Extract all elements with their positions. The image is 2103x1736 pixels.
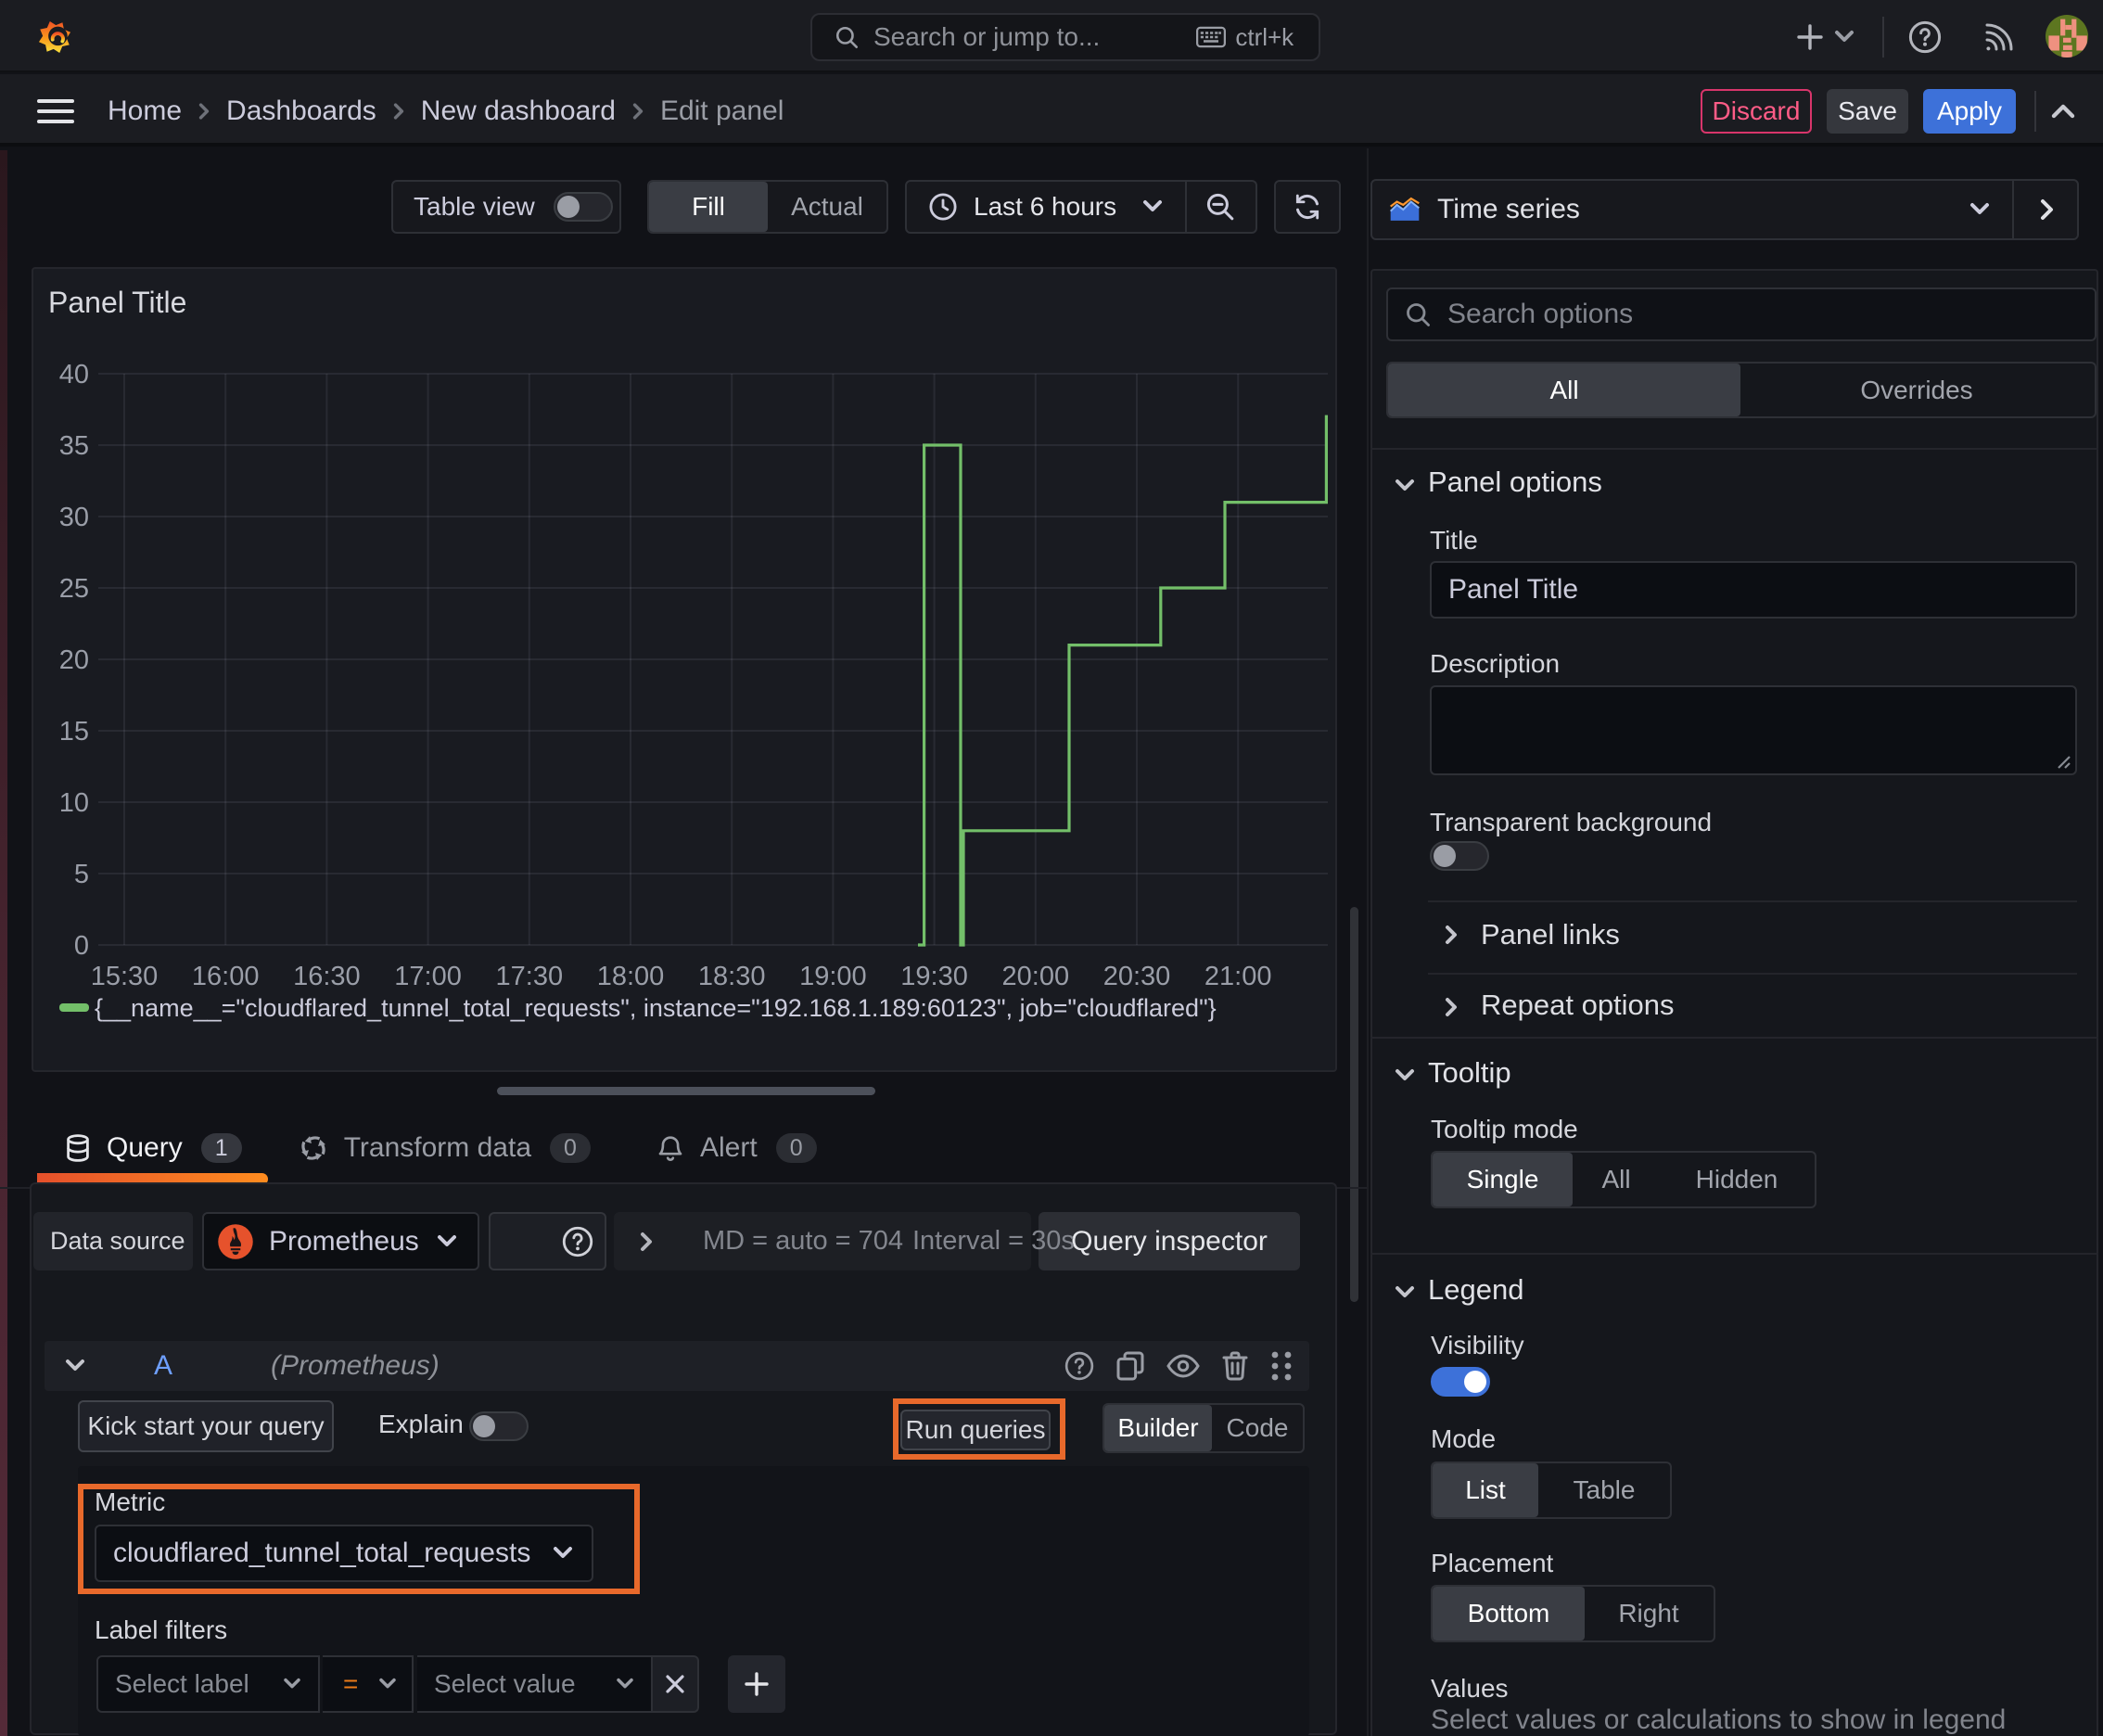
svg-text:15:30: 15:30: [91, 962, 159, 991]
svg-text:20:30: 20:30: [1103, 962, 1171, 991]
svg-text:25: 25: [59, 574, 89, 604]
svg-text:30: 30: [59, 503, 89, 532]
svg-text:35: 35: [59, 431, 89, 461]
svg-text:40: 40: [59, 360, 89, 389]
svg-text:15: 15: [59, 717, 89, 747]
svg-text:20:00: 20:00: [1002, 962, 1070, 991]
svg-text:21:00: 21:00: [1204, 962, 1272, 991]
svg-text:17:00: 17:00: [394, 962, 462, 991]
svg-text:18:00: 18:00: [597, 962, 665, 991]
svg-text:19:00: 19:00: [799, 962, 867, 991]
svg-text:19:30: 19:30: [900, 962, 968, 991]
svg-text:0: 0: [74, 931, 89, 961]
svg-text:16:00: 16:00: [192, 962, 260, 991]
svg-text:18:30: 18:30: [698, 962, 766, 991]
svg-text:20: 20: [59, 645, 89, 675]
svg-text:5: 5: [74, 860, 89, 889]
svg-text:16:30: 16:30: [293, 962, 361, 991]
svg-text:10: 10: [59, 788, 89, 818]
svg-text:17:30: 17:30: [496, 962, 564, 991]
